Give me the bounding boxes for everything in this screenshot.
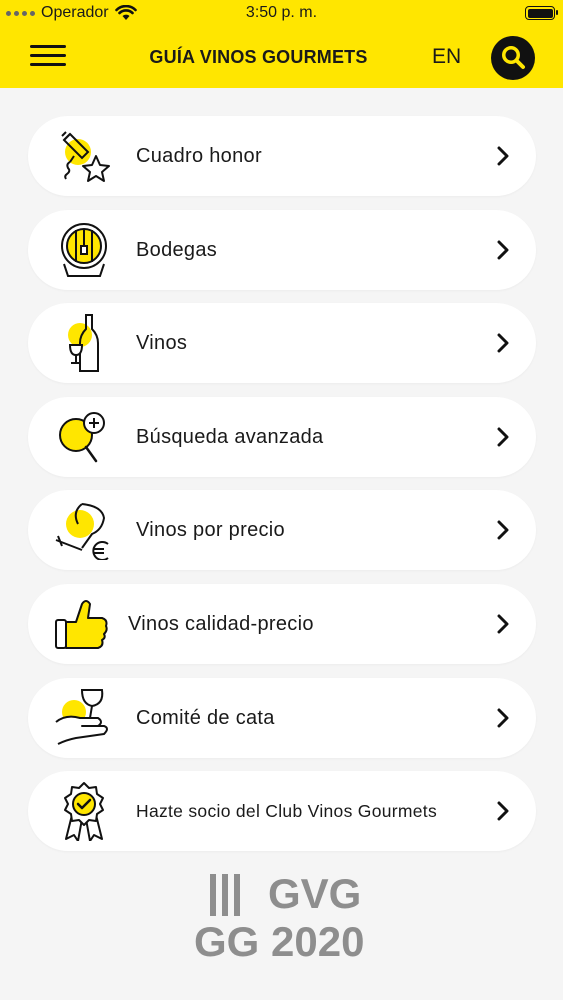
menu-item-busqueda-avanzada[interactable]: Búsqueda avanzada	[28, 396, 536, 477]
menu-item-comite-de-cata[interactable]: Comité de cata	[28, 677, 536, 758]
search-button[interactable]	[491, 36, 535, 80]
chevron-right-icon	[497, 614, 509, 634]
award-badge-icon	[64, 782, 104, 842]
magnifier-plus-icon	[59, 411, 105, 463]
menu-item-cuadro-honor[interactable]: Cuadro honor	[28, 116, 536, 196]
battery-icon	[525, 6, 558, 20]
menu-item-label: Comité de cata	[136, 706, 275, 729]
chevron-right-icon	[497, 708, 509, 728]
main-menu: Cuadro honor Bodegas Vinos Búsqueda avan…	[28, 116, 536, 865]
menu-item-hazte-socio[interactable]: Hazte socio del Club Vinos Gourmets	[28, 771, 536, 852]
hand-glass-icon	[55, 688, 108, 745]
gvg-logo: GVG GG 2020	[194, 870, 364, 960]
menu-item-label: Vinos calidad-precio	[128, 612, 314, 635]
chevron-right-icon	[497, 146, 509, 166]
menu-item-label: Vinos	[136, 332, 188, 355]
menu-item-vinos-calidad-precio[interactable]: Vinos calidad-precio	[28, 583, 536, 664]
corkscrew-star-icon	[61, 131, 110, 182]
language-toggle[interactable]: EN	[432, 45, 461, 69]
chevron-right-icon	[497, 240, 509, 260]
search-icon	[502, 46, 525, 69]
logo-line-1: GVG	[268, 870, 361, 917]
chevron-right-icon	[497, 520, 509, 540]
glass-euro-icon	[55, 503, 109, 561]
menu-item-bodegas[interactable]: Bodegas	[28, 209, 536, 290]
menu-item-label: Cuadro honor	[136, 145, 262, 167]
status-time: 3:50 p. m.	[245, 4, 318, 21]
barrel-icon	[61, 222, 107, 277]
menu-item-label: Hazte socio del Club Vinos Gourmets	[136, 801, 438, 822]
status-bar: Operador 3:50 p. m.	[0, 0, 563, 28]
menu-item-vinos[interactable]: Vinos	[28, 303, 536, 384]
menu-item-label: Bodegas	[136, 238, 218, 261]
top-bar: Operador 3:50 p. m. GUÍA VINOS GOURMETS …	[0, 0, 563, 88]
menu-item-label: Vinos por precio	[136, 519, 285, 542]
menu-item-vinos-por-precio[interactable]: Vinos por precio	[28, 490, 536, 571]
chevron-right-icon	[497, 333, 509, 353]
chevron-right-icon	[497, 801, 509, 821]
wine-bottle-icon	[68, 314, 99, 373]
logo-line-2: GG 2020	[194, 918, 364, 960]
chevron-right-icon	[497, 427, 509, 447]
thumbs-up-icon	[55, 599, 108, 649]
menu-item-label: Búsqueda avanzada	[136, 425, 324, 448]
